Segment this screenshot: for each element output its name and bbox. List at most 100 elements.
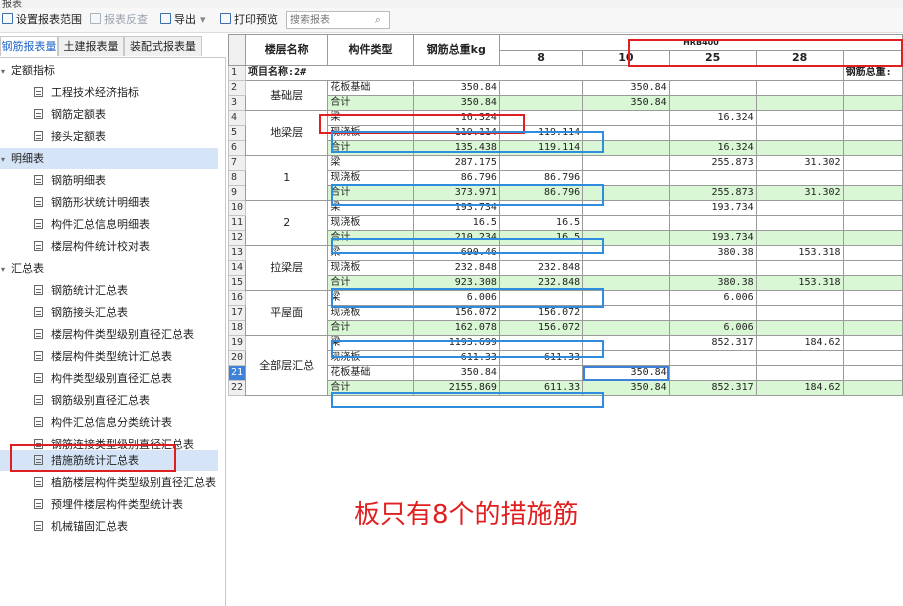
- total-weight: 232.848: [412, 260, 500, 276]
- tree-item-label: 楼层构件类型级别直径汇总表: [51, 328, 194, 341]
- report-icon: [34, 285, 43, 295]
- row-number[interactable]: 9: [228, 185, 247, 201]
- export-icon: [160, 13, 171, 24]
- selected-cell[interactable]: 350.84: [582, 365, 670, 381]
- tree-group-detail[interactable]: ▾ 明细表: [0, 148, 218, 169]
- d25-weight: 193.734: [668, 200, 757, 216]
- tree-item[interactable]: 钢筋定额表: [0, 104, 218, 125]
- tree-item[interactable]: 植筋楼层构件类型级别直径汇总表: [0, 472, 218, 493]
- tab-rebar-report[interactable]: 钢筋报表量: [0, 36, 58, 56]
- tree-item-label: 植筋楼层构件类型级别直径汇总表: [51, 476, 216, 489]
- d28-weight: [755, 125, 844, 141]
- tree-group-quota[interactable]: ▾ 定额指标: [0, 60, 218, 81]
- row-number[interactable]: 14: [228, 260, 247, 276]
- search-input[interactable]: [287, 12, 368, 28]
- row-number[interactable]: 18: [228, 320, 247, 336]
- tree-item[interactable]: 接头定额表: [0, 126, 218, 147]
- tree-item[interactable]: 楼层构件类型统计汇总表: [0, 346, 218, 367]
- d25-weight: [668, 365, 757, 381]
- d28-weight: [755, 170, 844, 186]
- row-number[interactable]: 5: [228, 125, 247, 141]
- row-number[interactable]: 4: [228, 110, 247, 126]
- print-preview-label: 打印预览: [234, 13, 278, 26]
- tree-item[interactable]: 构件汇总信息分类统计表: [0, 412, 218, 433]
- row-number[interactable]: 15: [228, 275, 247, 291]
- row-number[interactable]: 20: [228, 350, 247, 366]
- d8-weight: [498, 95, 584, 111]
- tree-group-label: 定额指标: [11, 64, 55, 77]
- export-label: 导出: [174, 13, 196, 26]
- table-row: 3 合计 350.84 350.84: [228, 95, 903, 111]
- floor-name: 2: [245, 200, 329, 246]
- empty-cell: [842, 140, 903, 156]
- total-weight-label: 钢筋总重:: [842, 65, 903, 81]
- row-number[interactable]: 12: [228, 230, 247, 246]
- table-row: 11 现浇板 16.5 16.5: [228, 215, 903, 231]
- row-number[interactable]: 6: [228, 140, 247, 156]
- empty-cell: [842, 215, 903, 231]
- tree-item[interactable]: 楼层构件类型级别直径汇总表: [0, 324, 218, 345]
- row-number[interactable]: 7: [228, 155, 247, 171]
- d28-weight: [755, 140, 844, 156]
- d8-weight: 156.072: [498, 320, 584, 336]
- table-row: 1 项目名称:2# 钢筋总重:: [228, 65, 903, 81]
- tree-group-summary[interactable]: ▾ 汇总表: [0, 258, 218, 279]
- tree-item[interactable]: 钢筋接头汇总表: [0, 302, 218, 323]
- search-icon[interactable]: ⌕: [375, 13, 381, 27]
- row-number[interactable]: 19: [228, 335, 247, 351]
- tree-item-label: 机械锚固汇总表: [51, 520, 128, 533]
- empty-cell: [842, 155, 903, 171]
- tree-item[interactable]: 钢筋级别直径汇总表: [0, 390, 218, 411]
- tree-item[interactable]: 工程技术经济指标: [0, 82, 218, 103]
- d25-weight: 16.324: [668, 110, 757, 126]
- reverse-check-button[interactable]: 报表反查: [90, 11, 148, 29]
- d25-weight: [668, 260, 757, 276]
- tree-item[interactable]: 楼层构件统计校对表: [0, 236, 218, 257]
- d8-weight: [498, 80, 584, 96]
- d8-weight: 232.848: [498, 260, 584, 276]
- report-icon: [34, 477, 43, 487]
- row-number[interactable]: 21: [228, 365, 247, 381]
- empty-cell: [842, 200, 903, 216]
- row-number[interactable]: 22: [228, 380, 247, 396]
- set-range-button[interactable]: 设置报表范围: [2, 11, 82, 29]
- tree-item[interactable]: 钢筋形状统计明细表: [0, 192, 218, 213]
- tab-civil-report[interactable]: 土建报表量: [58, 36, 124, 56]
- d10-weight: [582, 110, 670, 126]
- report-tree: ▾ 定额指标 工程技术经济指标 钢筋定额表 接头定额表 ▾ 明细表 钢筋明细表 钢筋…: [0, 58, 226, 606]
- tree-item[interactable]: 预埋件楼层构件类型统计表: [0, 494, 218, 515]
- tree-item[interactable]: 钢筋统计汇总表: [0, 280, 218, 301]
- total-weight: 16.5: [412, 215, 500, 231]
- total-weight: 162.078: [412, 320, 500, 336]
- print-preview-button[interactable]: 打印预览: [220, 11, 278, 29]
- tree-group-label: 汇总表: [11, 262, 44, 275]
- row-number[interactable]: 13: [228, 245, 247, 261]
- row-number[interactable]: 3: [228, 95, 247, 111]
- row-number[interactable]: 17: [228, 305, 247, 321]
- tree-item[interactable]: 钢筋明细表: [0, 170, 218, 191]
- floor-name: 1: [245, 155, 329, 201]
- row-number[interactable]: 16: [228, 290, 247, 306]
- row-number[interactable]: 10: [228, 200, 247, 216]
- tree-item[interactable]: 机械锚固汇总表: [0, 516, 218, 537]
- report-icon: [34, 373, 43, 383]
- table-row: 21 花板基础 350.84 350.84: [228, 365, 903, 381]
- header-total: 钢筋总重kg: [412, 34, 500, 66]
- empty-cell: [842, 350, 903, 366]
- row-number[interactable]: 2: [228, 80, 247, 96]
- tree-item[interactable]: 构件类型级别直径汇总表: [0, 368, 218, 389]
- row-number[interactable]: 8: [228, 170, 247, 186]
- d25-weight: [668, 305, 757, 321]
- report-icon: [34, 417, 43, 427]
- floor-name: 地梁层: [245, 110, 329, 156]
- tree-item-label: 钢筋定额表: [51, 108, 106, 121]
- row-number[interactable]: 1: [228, 65, 247, 81]
- export-button[interactable]: 导出 ▾: [160, 11, 206, 29]
- report-icon: [34, 131, 43, 141]
- d28-weight: [755, 305, 844, 321]
- tree-item[interactable]: 构件汇总信息明细表: [0, 214, 218, 235]
- row-number[interactable]: 11: [228, 215, 247, 231]
- highlight-slab-row: [331, 238, 604, 254]
- tab-prefab-report[interactable]: 装配式报表量: [124, 36, 202, 56]
- report-search[interactable]: ⌕: [286, 11, 390, 29]
